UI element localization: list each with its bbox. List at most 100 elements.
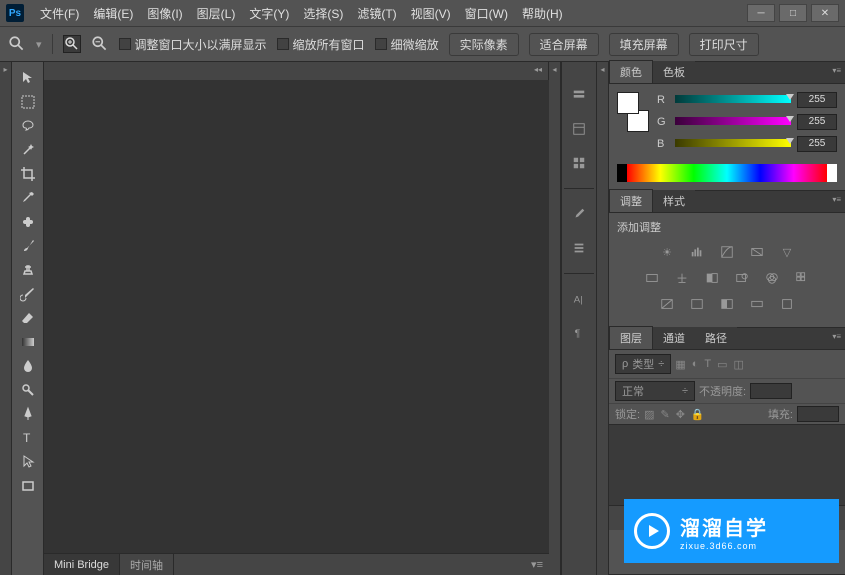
tab-mini-bridge[interactable]: Mini Bridge — [44, 554, 120, 575]
panels-expand[interactable]: ◂ — [597, 62, 609, 575]
toolbox-expand[interactable]: ▸ — [0, 62, 12, 575]
fit-screen-button[interactable]: 适合屏幕 — [529, 33, 599, 56]
threshold-icon[interactable] — [717, 295, 737, 313]
magic-wand-tool[interactable] — [14, 138, 42, 162]
blur-tool[interactable] — [14, 354, 42, 378]
type-tool[interactable]: T — [14, 426, 42, 450]
info-panel-icon[interactable] — [565, 150, 593, 176]
lock-transparent-icon[interactable]: ▨ — [644, 408, 654, 421]
color-lookup-icon[interactable] — [792, 269, 812, 287]
tab-adjustments[interactable]: 调整 — [609, 189, 653, 212]
properties-panel-icon[interactable] — [565, 116, 593, 142]
tab-color[interactable]: 颜色 — [609, 60, 653, 83]
menu-edit[interactable]: 编辑(E) — [87, 2, 139, 25]
posterize-icon[interactable] — [687, 295, 707, 313]
tab-swatches[interactable]: 色板 — [653, 61, 695, 83]
move-tool[interactable] — [14, 66, 42, 90]
fill-screen-button[interactable]: 填充屏幕 — [609, 33, 679, 56]
minimize-button[interactable]: ─ — [747, 4, 775, 22]
color-spectrum[interactable] — [627, 164, 827, 182]
hue-sat-icon[interactable] — [642, 269, 662, 287]
menu-image[interactable]: 图像(I) — [141, 2, 188, 25]
color-panel-menu-icon[interactable]: ▾≡ — [832, 66, 841, 75]
menu-window[interactable]: 窗口(W) — [459, 2, 514, 25]
r-value[interactable]: 255 — [797, 92, 837, 108]
menu-view[interactable]: 视图(V) — [405, 2, 457, 25]
curves-icon[interactable] — [717, 243, 737, 261]
brightness-contrast-icon[interactable]: ☀ — [657, 243, 677, 261]
photo-filter-icon[interactable] — [732, 269, 752, 287]
menu-file[interactable]: 文件(F) — [34, 2, 85, 25]
channel-mixer-icon[interactable] — [762, 269, 782, 287]
history-brush-tool[interactable] — [14, 282, 42, 306]
color-balance-icon[interactable] — [672, 269, 692, 287]
invert-icon[interactable] — [657, 295, 677, 313]
rectangle-tool[interactable] — [14, 474, 42, 498]
filter-adjust-icon[interactable]: ◐ — [692, 358, 699, 371]
menu-select[interactable]: 选择(S) — [297, 2, 349, 25]
pen-tool[interactable] — [14, 402, 42, 426]
filter-smart-icon[interactable]: ◫ — [734, 358, 744, 371]
filter-pixel-icon[interactable]: ▦ — [675, 358, 685, 371]
eyedropper-tool[interactable] — [14, 186, 42, 210]
exposure-icon[interactable] — [747, 243, 767, 261]
filter-shape-icon[interactable]: ▭ — [717, 358, 727, 371]
close-button[interactable]: ✕ — [811, 4, 839, 22]
maximize-button[interactable]: □ — [779, 4, 807, 22]
menu-layer[interactable]: 图层(L) — [191, 2, 242, 25]
healing-brush-tool[interactable] — [14, 210, 42, 234]
actual-pixels-button[interactable]: 实际像素 — [449, 33, 519, 56]
tab-timeline[interactable]: 时间轴 — [120, 554, 174, 575]
canvas-area[interactable]: ◂◂ Mini Bridge 时间轴 ▾≡ — [44, 62, 549, 575]
gradient-map-icon[interactable] — [747, 295, 767, 313]
blend-mode-select[interactable]: 正常÷ — [615, 381, 695, 401]
b-value[interactable]: 255 — [797, 136, 837, 152]
crop-tool[interactable] — [14, 162, 42, 186]
black-white-icon[interactable] — [702, 269, 722, 287]
bottom-tab-menu-icon[interactable]: ▾≡ — [525, 558, 549, 571]
g-value[interactable]: 255 — [797, 114, 837, 130]
fg-color-swatch[interactable] — [617, 92, 639, 114]
lock-pixels-icon[interactable]: ✎ — [660, 408, 669, 421]
r-slider[interactable] — [675, 95, 791, 105]
layers-panel-menu-icon[interactable]: ▾≡ — [832, 332, 841, 341]
adjust-panel-menu-icon[interactable]: ▾≡ — [832, 195, 841, 204]
mid-dock-expand[interactable]: ◂ — [549, 62, 561, 575]
dodge-tool[interactable] — [14, 378, 42, 402]
menu-filter[interactable]: 滤镜(T) — [351, 2, 402, 25]
opacity-input[interactable] — [750, 383, 792, 399]
menu-help[interactable]: 帮助(H) — [516, 2, 569, 25]
character-panel-icon[interactable]: A| — [565, 286, 593, 312]
layers-list[interactable] — [609, 424, 845, 506]
filter-type-icon[interactable]: T — [704, 358, 711, 371]
brush-presets-icon[interactable] — [565, 235, 593, 261]
paragraph-panel-icon[interactable]: ¶ — [565, 320, 593, 346]
layer-filter-kind[interactable]: ρ 类型 ÷ — [615, 354, 671, 374]
scrubby-zoom-checkbox[interactable]: 细微缩放 — [375, 36, 439, 53]
fill-input[interactable] — [797, 406, 839, 422]
history-panel-icon[interactable] — [565, 82, 593, 108]
gradient-tool[interactable] — [14, 330, 42, 354]
clone-stamp-tool[interactable] — [14, 258, 42, 282]
b-slider[interactable] — [675, 139, 791, 149]
eraser-tool[interactable] — [14, 306, 42, 330]
menu-type[interactable]: 文字(Y) — [243, 2, 295, 25]
resize-window-checkbox[interactable]: 调整窗口大小以满屏显示 — [119, 36, 267, 53]
path-selection-tool[interactable] — [14, 450, 42, 474]
tab-channels[interactable]: 通道 — [653, 327, 695, 349]
lasso-tool[interactable] — [14, 114, 42, 138]
g-slider[interactable] — [675, 117, 791, 127]
tab-layers[interactable]: 图层 — [609, 326, 653, 349]
tab-styles[interactable]: 样式 — [653, 190, 695, 212]
vibrance-icon[interactable]: ▽ — [777, 243, 797, 261]
tab-paths[interactable]: 路径 — [695, 327, 737, 349]
tool-preset-icon[interactable] — [8, 35, 26, 53]
selective-color-icon[interactable] — [777, 295, 797, 313]
zoom-all-checkbox[interactable]: 缩放所有窗口 — [277, 36, 365, 53]
fg-bg-swatch[interactable] — [617, 92, 649, 132]
zoom-out-icon[interactable] — [91, 35, 109, 53]
zoom-in-icon[interactable] — [63, 35, 81, 53]
lock-all-icon[interactable]: 🔒 — [691, 408, 705, 421]
lock-position-icon[interactable]: ✥ — [676, 408, 685, 421]
brush-tool[interactable] — [14, 234, 42, 258]
